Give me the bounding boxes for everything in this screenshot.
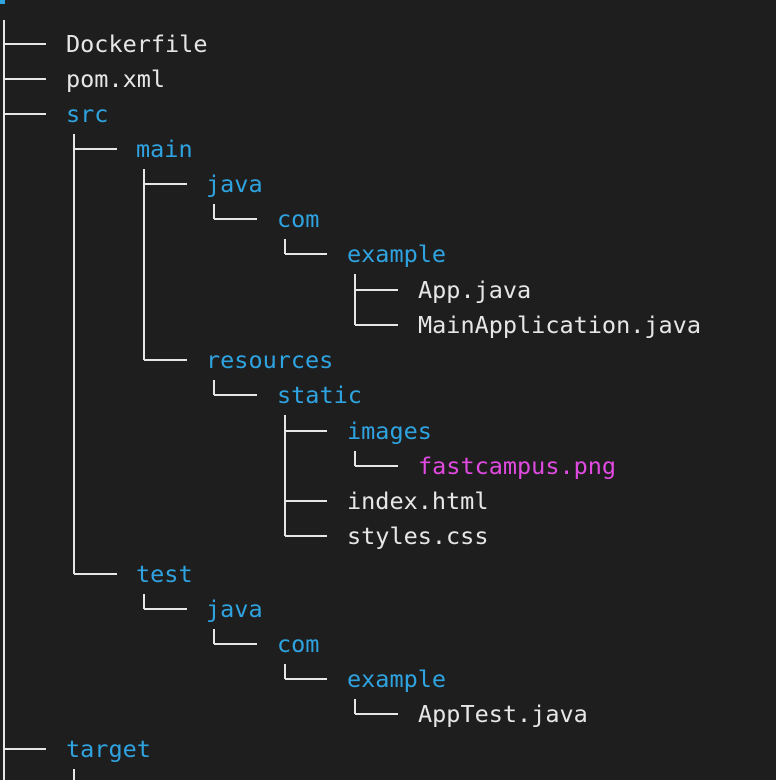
file-main-application-java[interactable]: MainApplication.java [418, 307, 701, 343]
directory-resources[interactable]: resources [206, 342, 333, 378]
directory-test-com[interactable]: com [277, 626, 319, 662]
directory-main[interactable]: main [136, 131, 193, 167]
directory-test[interactable]: test [136, 556, 193, 592]
directory-test-java[interactable]: java [206, 591, 263, 627]
directory-main-example[interactable]: example [347, 236, 446, 272]
directory-target[interactable]: target [66, 731, 151, 767]
file-app-java[interactable]: App.java [418, 272, 531, 308]
file-styles-css[interactable]: styles.css [347, 518, 488, 554]
file-app-test-java[interactable]: AppTest.java [418, 696, 588, 732]
file-fastcampus-png[interactable]: fastcampus.png [418, 448, 616, 484]
directory-test-example[interactable]: example [347, 661, 446, 697]
directory-static[interactable]: static [277, 377, 362, 413]
file-pom-xml[interactable]: pom.xml [66, 61, 165, 97]
directory-main-java[interactable]: java [206, 166, 263, 202]
directory-src[interactable]: src [66, 96, 108, 132]
directory-main-com[interactable]: com [277, 201, 319, 237]
file-index-html[interactable]: index.html [347, 483, 488, 519]
terminal-window: Dockerfile pom.xml src main java com exa… [0, 0, 776, 780]
directory-images[interactable]: images [347, 413, 432, 449]
file-dockerfile[interactable]: Dockerfile [66, 26, 207, 62]
